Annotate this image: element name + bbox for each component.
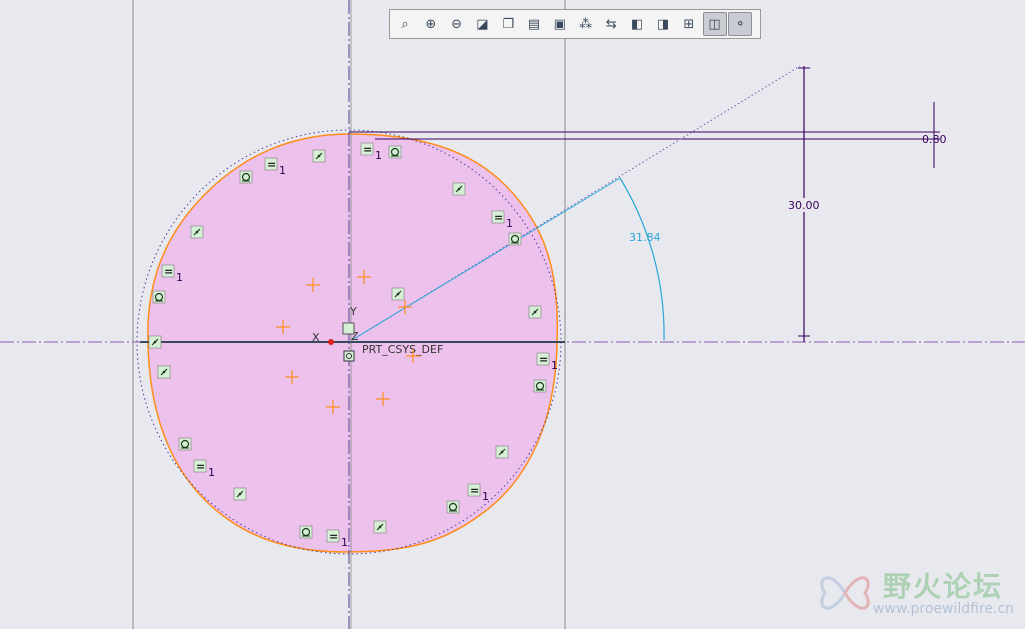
point-on-entity-icon[interactable]: [528, 305, 542, 319]
tangent-constraint-icon[interactable]: [239, 170, 253, 184]
point-on-entity-icon[interactable]: [233, 487, 247, 501]
tangent-constraint-icon[interactable]: [533, 379, 547, 393]
tangent-constraint-icon[interactable]: [299, 525, 313, 539]
point-on-entity-icon[interactable]: [157, 365, 171, 379]
zoom-fit-icon[interactable]: ⌕: [393, 12, 417, 36]
offset-dimension-text[interactable]: 0.80: [922, 133, 947, 146]
svg-text:=: =: [196, 460, 205, 473]
shading-icon[interactable]: ◧: [625, 12, 649, 36]
point-on-entity-icon[interactable]: [391, 287, 405, 301]
point-on-entity-icon[interactable]: [452, 182, 466, 196]
svg-text:=: =: [363, 143, 372, 156]
angle-dimension-arc: [619, 177, 665, 341]
axis-x-label: X: [312, 331, 320, 344]
csys-y-icon[interactable]: [342, 322, 355, 335]
sketch-canvas[interactable]: 31.84 30.00 0.80 PRT_CSYS_DEF X Y Z = 1= 1…: [0, 0, 1025, 629]
repaint-icon[interactable]: ◪: [470, 12, 494, 36]
svg-text:=: =: [164, 265, 173, 278]
svg-text:=: =: [539, 353, 548, 366]
svg-text:1: 1: [279, 164, 286, 177]
axis-y-label: Y: [349, 305, 357, 318]
csys-origin-icon[interactable]: [343, 350, 355, 362]
height-dimension-text[interactable]: 30.00: [788, 199, 820, 212]
tangent-constraint-icon[interactable]: [178, 437, 192, 451]
zoom-in-icon[interactable]: ⊕: [419, 12, 443, 36]
watermark: 野火论坛 www.proewildfire.cn: [813, 563, 1023, 625]
svg-text:=: =: [470, 484, 479, 497]
point-on-entity-icon[interactable]: [190, 225, 204, 239]
svg-text:1: 1: [208, 466, 215, 479]
tangent-constraint-icon[interactable]: [388, 145, 402, 159]
point-on-entity-icon[interactable]: [495, 445, 509, 459]
tangent-constraint-icon[interactable]: [508, 232, 522, 246]
dimension-display-icon[interactable]: ⊞: [677, 12, 701, 36]
tangent-constraint-icon[interactable]: [446, 500, 460, 514]
csys-origin-point[interactable]: [328, 339, 334, 345]
svg-text:1: 1: [375, 149, 382, 162]
svg-text:=: =: [494, 211, 503, 224]
svg-text:=: =: [267, 158, 276, 171]
svg-text:1: 1: [506, 217, 513, 230]
svg-text:1: 1: [176, 271, 183, 284]
watermark-url: www.proewildfire.cn: [873, 601, 1015, 617]
svg-text:1: 1: [341, 536, 348, 549]
watermark-title: 野火论坛: [883, 570, 1004, 603]
saved-views-icon[interactable]: ▤: [522, 12, 546, 36]
butterfly-logo-icon: [820, 576, 870, 610]
point-on-entity-icon[interactable]: [312, 149, 326, 163]
angle-dimension-text[interactable]: 31.84: [629, 231, 661, 244]
point-on-entity-icon[interactable]: [148, 335, 162, 349]
tangent-constraint-icon[interactable]: [152, 290, 166, 304]
svg-text:1: 1: [482, 490, 489, 503]
zoom-out-icon[interactable]: ⊖: [445, 12, 469, 36]
svg-text:=: =: [329, 530, 338, 543]
datum-display-icon[interactable]: ⁂: [574, 12, 598, 36]
view-manager-icon[interactable]: ▣: [548, 12, 572, 36]
spin-center-icon[interactable]: ⇆: [599, 12, 623, 36]
constraint-display-icon[interactable]: ◫: [702, 12, 727, 36]
point-on-entity-icon[interactable]: [373, 520, 387, 534]
display-style-icon[interactable]: ❐: [496, 12, 520, 36]
vertex-display-icon[interactable]: ⚬: [728, 12, 753, 36]
hidden-line-icon[interactable]: ◨: [651, 12, 675, 36]
view-toolbar: ⌕ ⊕ ⊖ ◪ ❐ ▤ ▣ ⁂ ⇆ ◧ ◨ ⊞ ◫ ⚬: [389, 9, 761, 39]
csys-label: PRT_CSYS_DEF: [362, 343, 443, 356]
svg-text:1: 1: [551, 359, 558, 372]
